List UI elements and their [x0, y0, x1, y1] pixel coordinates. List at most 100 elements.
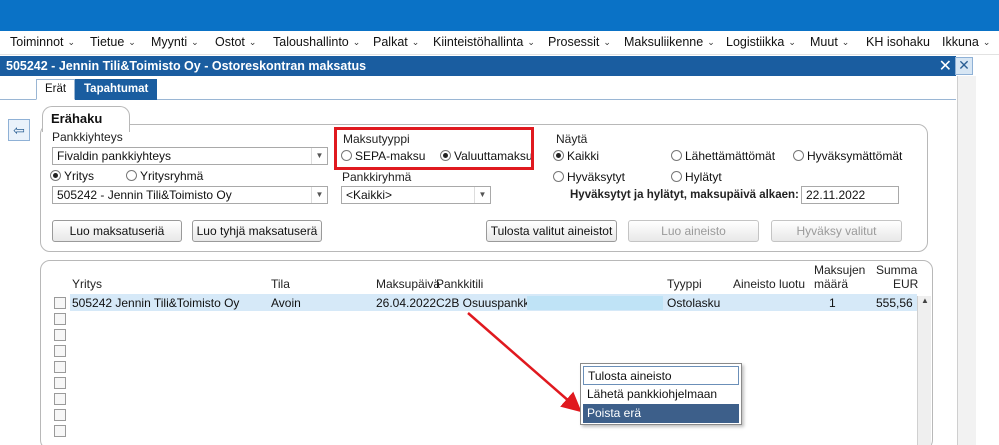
cell-sum: 555,56: [876, 296, 913, 310]
col-sum-line1[interactable]: Summa: [876, 263, 917, 277]
grid-scrollbar[interactable]: ▲: [917, 296, 931, 445]
print-selected-button[interactable]: Tulosta valitut aineistot: [486, 220, 617, 242]
row-checkbox[interactable]: [54, 409, 66, 421]
masked-account-number: [527, 296, 663, 310]
radio-dot: [671, 171, 682, 182]
radio-dot: [671, 150, 682, 161]
bank-connection-select[interactable]: Fivaldin pankkiyhteys ▼: [52, 147, 328, 165]
company-radio[interactable]: Yritys: [50, 169, 94, 183]
menu-label: Prosessit: [548, 35, 600, 49]
radio-dot: [793, 150, 804, 161]
chevron-down-icon: ⌄: [411, 37, 420, 47]
tab-tapahtumat[interactable]: Tapahtumat: [75, 79, 158, 100]
col-count-line1[interactable]: Maksujen: [814, 263, 865, 277]
back-arrow-icon[interactable]: ⇦: [8, 119, 30, 141]
company-value: 505242 - Jennin Tili&Toimisto Oy: [57, 188, 232, 202]
chevron-down-icon: ⌄: [128, 37, 136, 47]
show-unapproved-radio[interactable]: Hyväksymättömät: [793, 149, 902, 163]
row-checkbox[interactable]: [54, 361, 66, 373]
cell-count: 1: [829, 296, 836, 310]
close-icon[interactable]: ✕: [939, 56, 952, 76]
show-unsent-radio[interactable]: Lähettämättömät: [671, 149, 775, 163]
date-input[interactable]: 22.11.2022: [801, 186, 899, 204]
chevron-down-icon: ⌄: [707, 37, 715, 47]
bank-connection-label: Pankkiyhteys: [52, 130, 123, 144]
outer-close-icon[interactable]: ✕: [955, 57, 973, 75]
show-all-label: Kaikki: [567, 149, 600, 163]
menu-muut[interactable]: Muut ⌄: [810, 35, 849, 49]
cell-status: Avoin: [271, 296, 301, 310]
row-checkbox[interactable]: [54, 329, 66, 341]
col-bank-account[interactable]: Pankkitili: [436, 277, 483, 291]
row-checkbox[interactable]: [54, 425, 66, 437]
row-checkbox[interactable]: [54, 313, 66, 325]
company-group-label: Yritysryhmä: [140, 169, 204, 183]
row-checkbox[interactable]: [54, 345, 66, 357]
radio-dot: [553, 171, 564, 182]
menu-label: KH isohaku: [866, 35, 930, 49]
menu-ikkuna[interactable]: Ikkuna ⌄: [942, 35, 990, 49]
payment-type-highlight: [334, 127, 534, 170]
window-title: 505242 - Jennin Tili&Toimisto Oy - Ostor…: [6, 59, 367, 73]
menu-label: Maksuliikenne: [624, 35, 704, 49]
create-material-button[interactable]: Luo aineisto: [628, 220, 759, 242]
menu-palkat[interactable]: Palkat ⌄: [373, 35, 419, 49]
menu-maksuliikenne[interactable]: Maksuliikenne ⌄: [624, 35, 715, 49]
col-status[interactable]: Tila: [271, 277, 290, 291]
menu-tietue[interactable]: Tietue ⌄: [90, 35, 136, 49]
context-menu: Tulosta aineisto Lähetä pankkiohjelmaan …: [580, 363, 742, 425]
col-count-line2[interactable]: määrä: [814, 277, 848, 291]
chevron-down-icon: ⌄: [67, 37, 76, 47]
menu-kiinteistohallinta[interactable]: Kiinteistöhallinta ⌄: [433, 35, 535, 49]
col-type[interactable]: Tyyppi: [667, 277, 702, 291]
menu-kh-isohaku[interactable]: KH isohaku: [866, 35, 930, 49]
menu-myynti[interactable]: Myynti ⌄: [151, 35, 199, 49]
chevron-down-icon: ⌄: [248, 37, 257, 47]
menu-label: Palkat: [373, 35, 408, 49]
menu-label: Muut: [810, 35, 838, 49]
bank-connection-value: Fivaldin pankkiyhteys: [57, 149, 172, 163]
menu-label: Ikkuna: [942, 35, 979, 49]
company-select[interactable]: 505242 - Jennin Tili&Toimisto Oy ▼: [52, 186, 328, 204]
window-scrollbar[interactable]: [957, 76, 976, 445]
menu-toiminnot[interactable]: Toiminnot ⌄: [10, 35, 75, 49]
col-company[interactable]: Yritys: [72, 277, 102, 291]
cell-type: Ostolasku: [667, 296, 721, 310]
show-approved-radio[interactable]: Hyväksytyt: [553, 170, 625, 184]
menu-ostot[interactable]: Ostot ⌄: [215, 35, 256, 49]
show-unapproved-label: Hyväksymättömät: [807, 149, 903, 163]
radio-dot-selected: [50, 170, 61, 181]
company-radio-label: Yritys: [64, 169, 94, 183]
bank-group-select[interactable]: <Kaikki> ▼: [341, 186, 491, 204]
chevron-down-icon: ⌄: [352, 37, 361, 47]
main-menu-bar: Toiminnot ⌄ Tietue ⌄ Myynti ⌄ Ostot ⌄ Talous…: [0, 31, 999, 55]
ctx-print-material[interactable]: Tulosta aineisto: [583, 366, 739, 385]
create-batches-button[interactable]: Luo maksatuseriä: [52, 220, 182, 242]
col-pay-date[interactable]: Maksupäivä: [376, 277, 440, 291]
approve-selected-button[interactable]: Hyväksy valitut: [771, 220, 902, 242]
dropdown-arrow-icon: ▼: [311, 148, 327, 164]
scroll-up-icon[interactable]: ▲: [919, 296, 931, 308]
tab-erat[interactable]: Erät: [36, 79, 76, 100]
ctx-send-to-bank[interactable]: Lähetä pankkiohjelmaan: [583, 385, 739, 404]
menu-prosessit[interactable]: Prosessit ⌄: [548, 35, 611, 49]
show-all-radio[interactable]: Kaikki: [553, 149, 599, 163]
col-material-created[interactable]: Aineisto luotu: [733, 277, 805, 291]
menu-taloushallinto[interactable]: Taloushallinto ⌄: [273, 35, 360, 49]
menu-logistiikka[interactable]: Logistiikka ⌄: [726, 35, 796, 49]
chevron-down-icon: ⌄: [191, 37, 199, 47]
show-rejected-radio[interactable]: Hylätyt: [671, 170, 722, 184]
show-approved-label: Hyväksytyt: [567, 170, 626, 184]
col-sum-line2[interactable]: EUR: [893, 277, 918, 291]
row-checkbox[interactable]: [54, 377, 66, 389]
company-group-radio[interactable]: Yritysryhmä: [126, 169, 203, 183]
dropdown-arrow-icon: ▼: [311, 187, 327, 203]
row-checkbox[interactable]: [54, 393, 66, 405]
ctx-delete-batch[interactable]: Poista erä: [583, 404, 739, 423]
menu-label: Taloushallinto: [273, 35, 349, 49]
row-checkbox[interactable]: [54, 297, 66, 309]
window-titlebar: 505242 - Jennin Tili&Toimisto Oy - Ostor…: [0, 56, 956, 76]
app-header-bar: [0, 0, 999, 31]
chevron-down-icon: ⌄: [788, 37, 796, 47]
create-empty-batch-button[interactable]: Luo tyhjä maksatuserä: [192, 220, 322, 242]
